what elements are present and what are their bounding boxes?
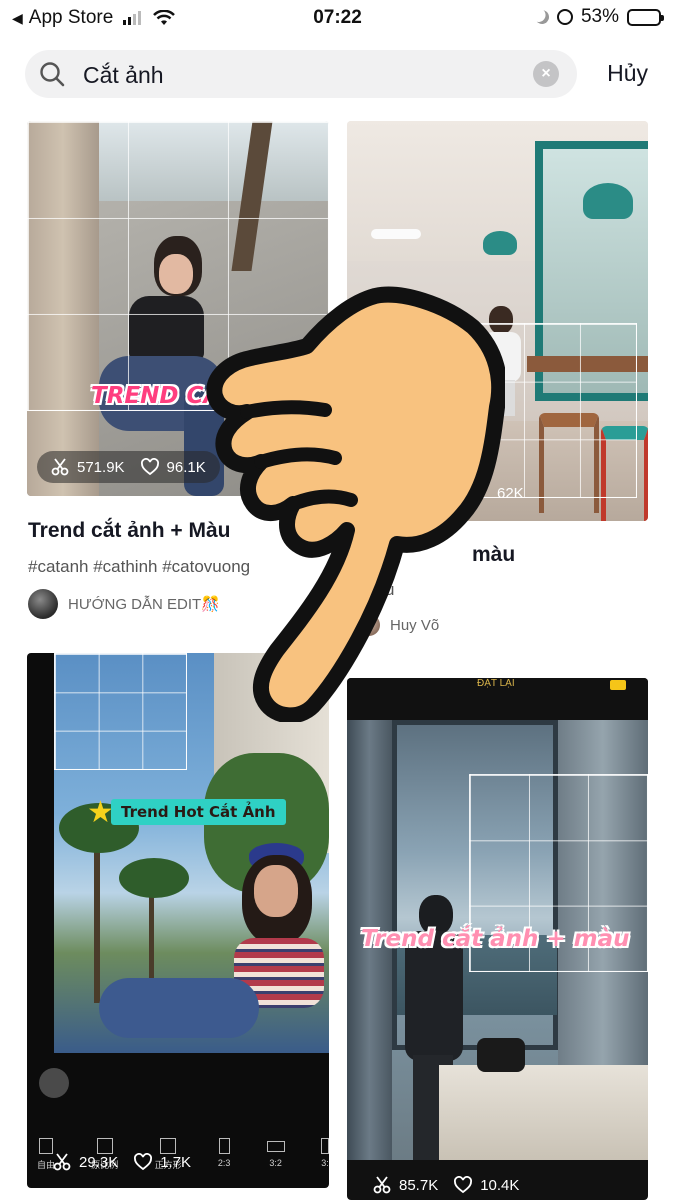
card-1-uses: 571.9K bbox=[77, 458, 125, 476]
card-1-title[interactable]: Trend cắt ảnh + Màu bbox=[28, 519, 230, 543]
card-3-overlay-text: Trend Hot Cắt Ảnh bbox=[111, 799, 286, 825]
ratio-label: 2:3 bbox=[217, 1158, 231, 1168]
heart-icon bbox=[454, 1176, 473, 1194]
card-4-uses: 85.7K bbox=[399, 1176, 439, 1194]
alarm-icon bbox=[556, 9, 573, 25]
status-bar: ◀ App Store 07:22 53% bbox=[0, 0, 675, 36]
card-4-overlay-text: Trend cắt ảnh + màu bbox=[361, 926, 630, 952]
search-icon bbox=[40, 62, 65, 87]
clear-search-icon[interactable]: × bbox=[533, 61, 559, 87]
scissors-icon bbox=[373, 1176, 391, 1194]
scissors-icon bbox=[53, 1153, 71, 1171]
ratio-option[interactable]: 3: bbox=[320, 1138, 329, 1178]
card-1-likes: 96.1K bbox=[166, 458, 206, 476]
card-3-thumbnail[interactable]: ★ Trend Hot Cắt Ảnh 自由 原比例 正方形 2:3 3:2 3… bbox=[27, 653, 329, 1188]
person-figure bbox=[99, 843, 329, 1053]
search-bar[interactable]: Cắt ảnh × bbox=[25, 50, 577, 98]
ceiling-fan bbox=[371, 229, 421, 239]
card-1-stats: 571.9K 96.1K bbox=[37, 451, 220, 483]
scissors-icon bbox=[51, 458, 69, 476]
crop-grid bbox=[54, 653, 187, 770]
card-1-author[interactable]: HƯỚNG DẪN EDIT🎊 bbox=[28, 589, 220, 619]
toolbar-indicator bbox=[610, 680, 626, 690]
card-3-stats: 29.3K 1.7K bbox=[53, 1153, 191, 1171]
camera bbox=[477, 1038, 525, 1072]
star-icon: ★ bbox=[87, 796, 114, 829]
search-input[interactable]: Cắt ảnh bbox=[83, 62, 164, 89]
avatar bbox=[28, 589, 58, 619]
card-1-author-name: HƯỚNG DẪN EDIT🎊 bbox=[68, 596, 220, 613]
ratio-label: 3:2 bbox=[269, 1158, 282, 1168]
cancel-button[interactable]: Hủy bbox=[607, 60, 648, 87]
heart-icon bbox=[134, 1153, 153, 1171]
card-4-stats: 85.7K 10.4K bbox=[373, 1176, 519, 1194]
battery-percent: 53% bbox=[580, 6, 619, 27]
pendant-lamp bbox=[483, 231, 517, 255]
ratio-label: 3: bbox=[321, 1158, 329, 1168]
ratio-option[interactable]: 2:3 bbox=[217, 1138, 231, 1178]
battery-icon bbox=[627, 8, 664, 26]
card-4-thumbnail[interactable]: ĐẶT LẠI Trend cắt ảnh + màu 85.7K 10.4K bbox=[347, 678, 648, 1200]
heart-icon bbox=[140, 458, 159, 476]
record-button[interactable] bbox=[39, 1068, 69, 1098]
card-3-likes: 1.7K bbox=[160, 1153, 192, 1171]
pointing-hand-icon bbox=[206, 286, 505, 722]
card-3-uses: 29.3K bbox=[79, 1153, 119, 1171]
pendant-lamp bbox=[583, 183, 633, 219]
do-not-disturb-icon bbox=[532, 7, 551, 26]
card-4-likes: 10.4K bbox=[480, 1176, 520, 1194]
table bbox=[439, 1065, 648, 1160]
ratio-option[interactable]: 3:2 bbox=[266, 1138, 285, 1178]
